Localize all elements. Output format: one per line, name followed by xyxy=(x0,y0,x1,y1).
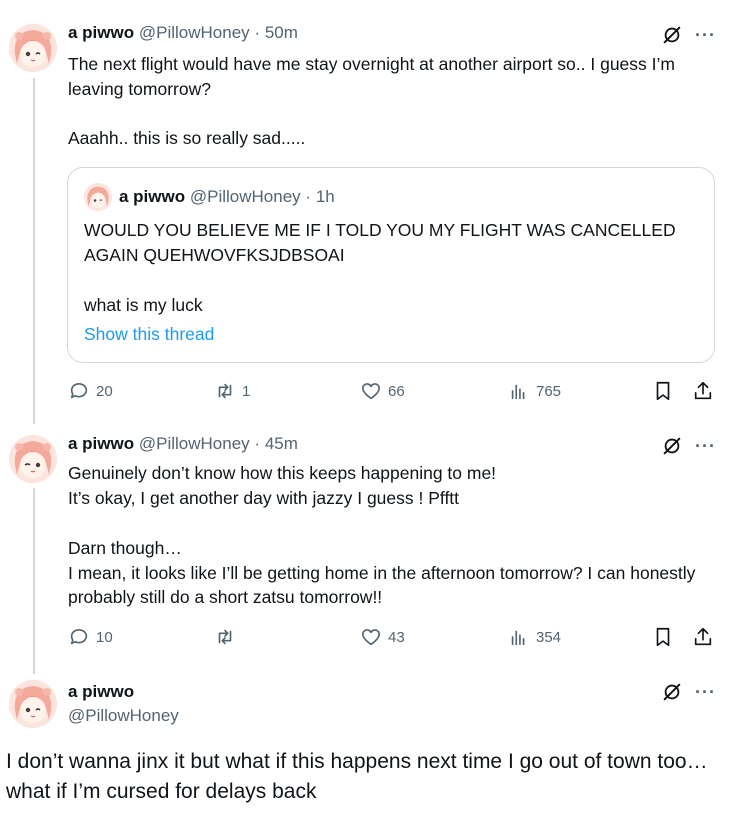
main-tweet[interactable]: a piwwo @PillowHoney ··· I don’t wanna j… xyxy=(0,676,738,817)
views-icon xyxy=(511,630,525,646)
quote-header: a piwwo @PillowHoney · 1h xyxy=(119,186,335,208)
quote-display-name: a piwwo xyxy=(119,187,186,206)
retweet-count: 1 xyxy=(242,382,251,400)
bookmark-button[interactable] xyxy=(652,379,674,403)
like-count: 66 xyxy=(388,382,405,400)
bookmark-icon xyxy=(656,627,670,647)
display-name[interactable]: a piwwo xyxy=(68,434,134,453)
tweet-top-actions: ··· xyxy=(661,435,716,457)
avatar-image xyxy=(9,435,57,483)
tweet-top-actions: ··· xyxy=(661,681,716,703)
tweet-text-paragraph: Aaahh.. this is so really sad..... xyxy=(68,128,306,148)
separator-dot: · xyxy=(254,23,261,42)
quote-timestamp: 1h xyxy=(315,187,335,206)
like-button[interactable]: 66 xyxy=(360,379,405,403)
views-button[interactable]: 354 xyxy=(508,625,561,649)
tweet-text: The next flight would have me stay overn… xyxy=(68,52,718,101)
separator-dot: · xyxy=(254,434,261,453)
retweet-button[interactable] xyxy=(214,625,242,649)
tweet-text-paragraph: The next flight would have me stay overn… xyxy=(68,54,680,99)
share-button[interactable] xyxy=(692,379,714,403)
timestamp[interactable]: 45m xyxy=(265,434,298,453)
quote-text-paragraph: what is my luck xyxy=(84,295,203,315)
avatar-image xyxy=(9,24,57,72)
more-icon[interactable]: ··· xyxy=(695,25,716,45)
reply-button[interactable]: 20 xyxy=(68,379,113,403)
quote-tweet-card[interactable]: a piwwo @PillowHoney · 1h WOULD YOU BELI… xyxy=(67,167,715,363)
bookmark-icon xyxy=(656,381,670,401)
retweet-button[interactable]: 1 xyxy=(214,379,250,403)
tweet-actions: 10 43 354 xyxy=(68,625,720,649)
show-thread-link[interactable]: Show this thread xyxy=(84,323,214,345)
bookmark-button[interactable] xyxy=(652,625,674,649)
grok-icon[interactable] xyxy=(661,24,683,46)
display-name[interactable]: a piwwo xyxy=(68,23,134,42)
quote-text: WOULD YOU BELIEVE ME IF I TOLD YOU MY FL… xyxy=(84,218,694,318)
retweet-icon xyxy=(218,629,232,645)
grok-icon[interactable] xyxy=(661,681,683,703)
quote-avatar xyxy=(84,183,112,211)
view-count: 354 xyxy=(536,628,562,646)
reply-count: 20 xyxy=(96,382,113,400)
avatar-image xyxy=(9,680,57,728)
heart-icon xyxy=(361,629,381,646)
user-handle[interactable]: @PillowHoney xyxy=(139,434,250,453)
tweet-text: Genuinely don’t know how this keeps happ… xyxy=(68,461,718,510)
tweet-text: Aaahh.. this is so really sad..... xyxy=(68,126,718,151)
tweet-top-actions: ··· xyxy=(661,24,716,46)
reply-icon xyxy=(70,382,88,399)
tweet[interactable]: a piwwo @PillowHoney · 50m ··· The next … xyxy=(0,22,738,412)
avatar[interactable] xyxy=(9,680,57,728)
views-button[interactable]: 765 xyxy=(508,379,561,403)
avatar[interactable] xyxy=(9,24,57,72)
view-count: 765 xyxy=(536,382,562,400)
grok-icon[interactable] xyxy=(661,435,683,457)
tweet-actions: 20 1 66 765 xyxy=(68,379,720,403)
tweet-text: Darn though… I mean, it looks like I’ll … xyxy=(68,536,718,610)
timestamp[interactable]: 50m xyxy=(265,23,298,42)
heart-icon xyxy=(361,383,381,400)
retweet-icon xyxy=(218,383,232,399)
separator-dot: · xyxy=(305,187,312,206)
display-name[interactable]: a piwwo xyxy=(68,680,179,704)
quote-user-handle: @PillowHoney xyxy=(189,187,301,206)
more-icon[interactable]: ··· xyxy=(695,682,716,702)
share-icon xyxy=(694,381,712,400)
user-handle[interactable]: @PillowHoney xyxy=(139,23,250,42)
quote-avatar-image xyxy=(84,183,112,211)
main-tweet-text: I don’t wanna jinx it but what if this h… xyxy=(6,750,708,803)
reply-button[interactable]: 10 xyxy=(68,625,113,649)
reply-icon xyxy=(70,628,88,645)
views-icon xyxy=(511,384,525,400)
tweet-header: a piwwo @PillowHoney · 50m xyxy=(68,22,298,44)
share-icon xyxy=(694,627,712,646)
like-button[interactable]: 43 xyxy=(360,625,405,649)
share-button[interactable] xyxy=(692,625,714,649)
like-count: 43 xyxy=(388,628,405,646)
user-handle[interactable]: @PillowHoney xyxy=(68,704,179,728)
avatar[interactable] xyxy=(9,435,57,483)
tweet-text-paragraph: Darn though… I mean, it looks like I’ll … xyxy=(68,538,696,607)
quote-text-paragraph: WOULD YOU BELIEVE ME IF I TOLD YOU MY FL… xyxy=(84,220,680,265)
tweet-header: a piwwo @PillowHoney xyxy=(68,680,179,728)
tweet-text-paragraph: Genuinely don’t know how this keeps happ… xyxy=(68,463,497,508)
tweet-header: a piwwo @PillowHoney · 45m xyxy=(68,433,298,455)
tweet[interactable]: a piwwo @PillowHoney · 45m ··· Genuinely… xyxy=(0,433,738,663)
more-icon[interactable]: ··· xyxy=(695,436,716,456)
reply-count: 10 xyxy=(96,628,113,646)
